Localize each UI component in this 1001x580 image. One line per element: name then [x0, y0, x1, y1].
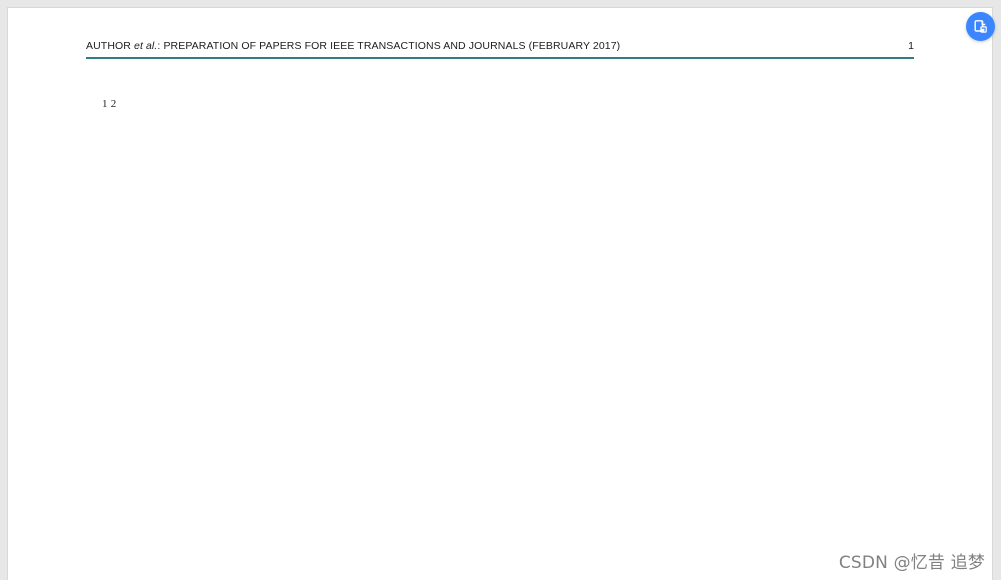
- running-header: AUTHOR et al.: PREPARATION OF PAPERS FOR…: [86, 38, 914, 58]
- header-rule: [86, 57, 914, 59]
- header-title-line: AUTHOR et al.: PREPARATION OF PAPERS FOR…: [86, 40, 620, 52]
- document-viewer: AUTHOR et al.: PREPARATION OF PAPERS FOR…: [0, 0, 1001, 580]
- floating-action-button[interactable]: [966, 12, 995, 41]
- header-title: : PREPARATION OF PAPERS FOR IEEE TRANSAC…: [157, 40, 621, 52]
- csdn-watermark: CSDN @忆昔 追梦: [838, 553, 985, 573]
- body-text: 1 2: [102, 98, 117, 110]
- header-et-al: et al.: [134, 40, 158, 52]
- header-author: AUTHOR: [86, 40, 131, 52]
- paper-page: AUTHOR et al.: PREPARATION OF PAPERS FOR…: [8, 8, 992, 580]
- document-share-icon: [974, 19, 987, 33]
- page-number: 1: [908, 40, 914, 52]
